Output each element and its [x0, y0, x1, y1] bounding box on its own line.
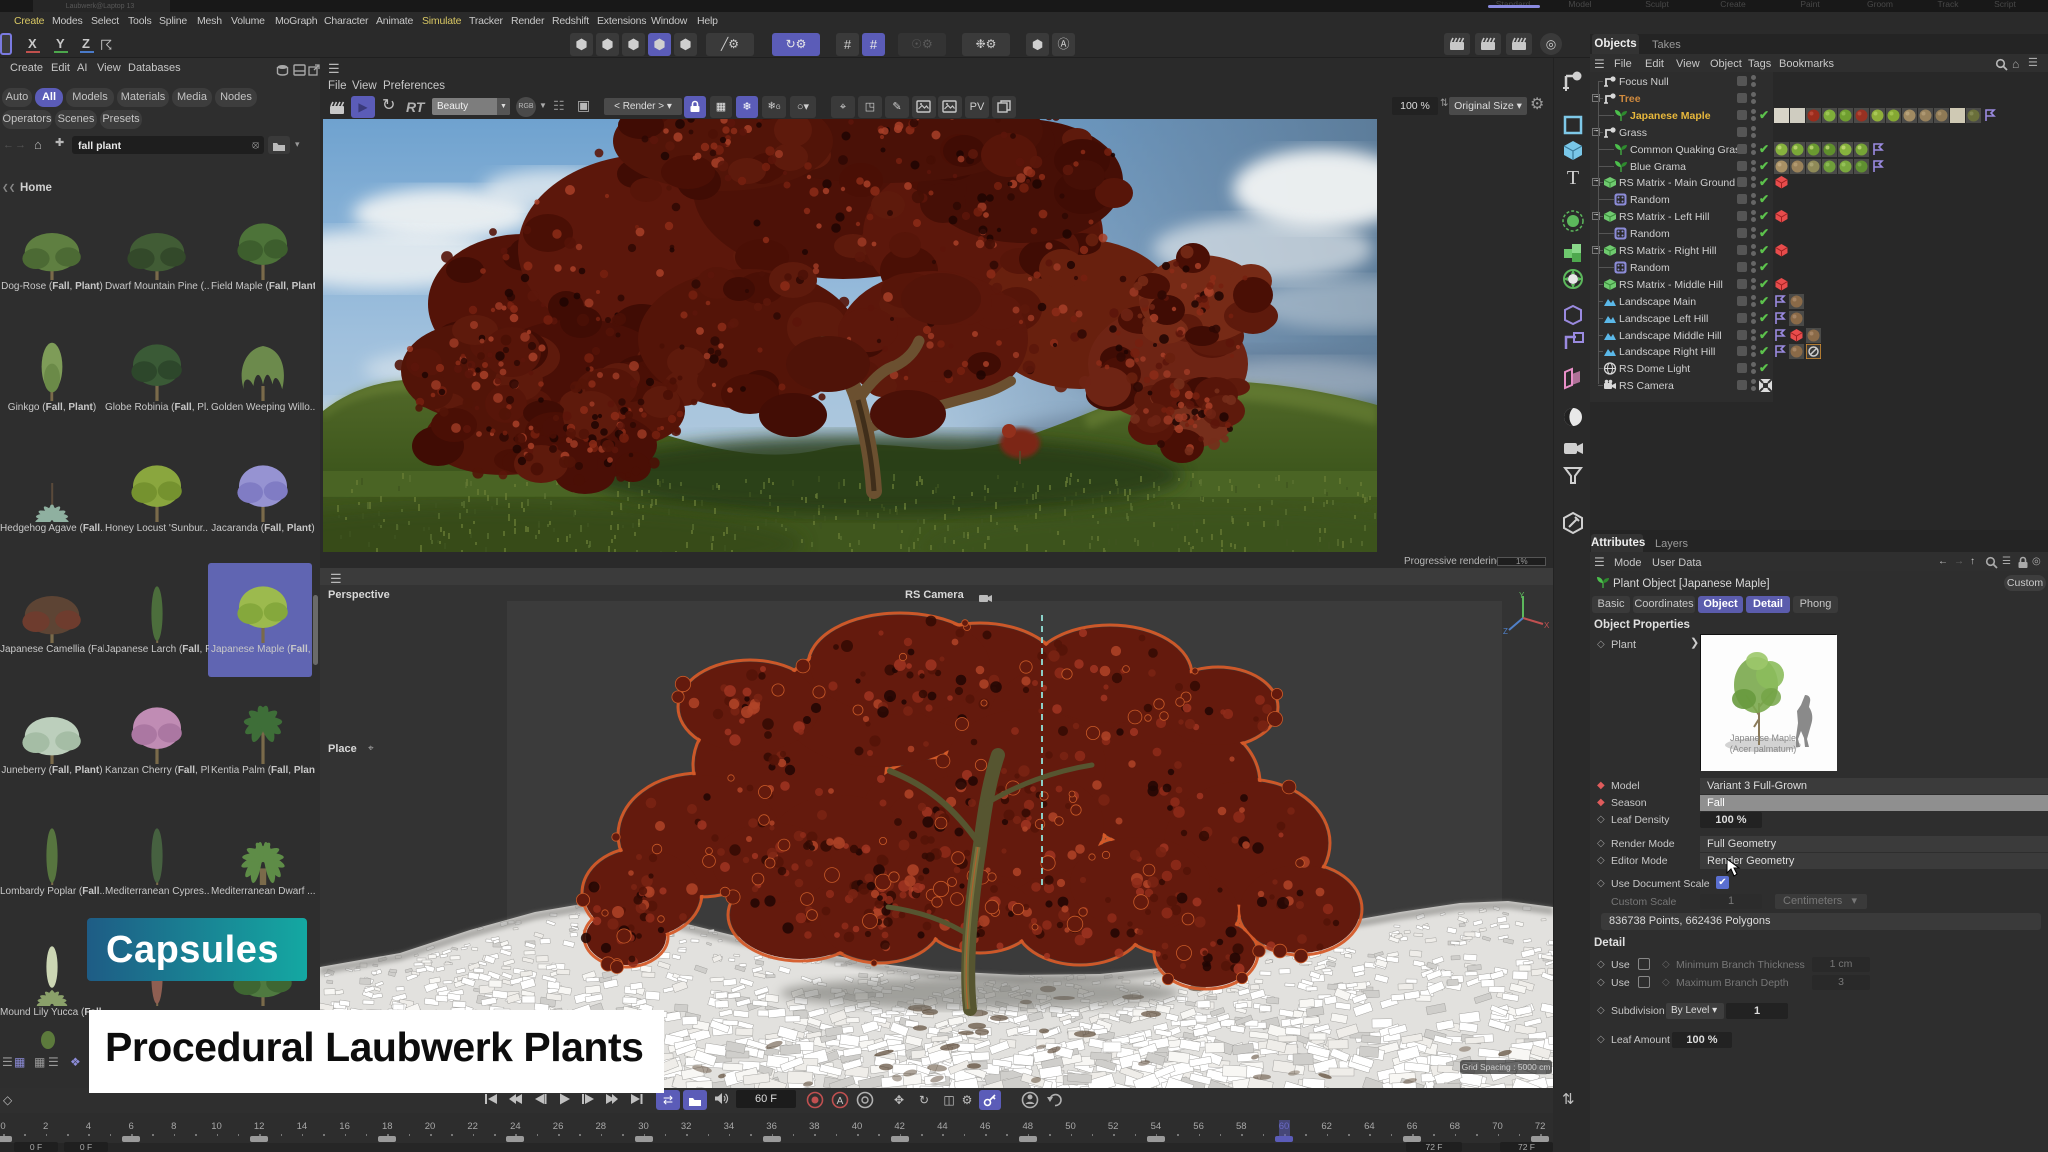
svg-text:A: A [837, 1096, 844, 1107]
svg-text:Z: Z [1503, 627, 1508, 635]
svg-text:Japanese Maple: Japanese Maple [1730, 733, 1796, 743]
svg-text:Y: Y [1519, 591, 1525, 600]
svg-text:X: X [1544, 621, 1550, 630]
svg-text:(Acer palmatum): (Acer palmatum) [1730, 744, 1797, 754]
svg-text:T: T [1567, 167, 1579, 189]
